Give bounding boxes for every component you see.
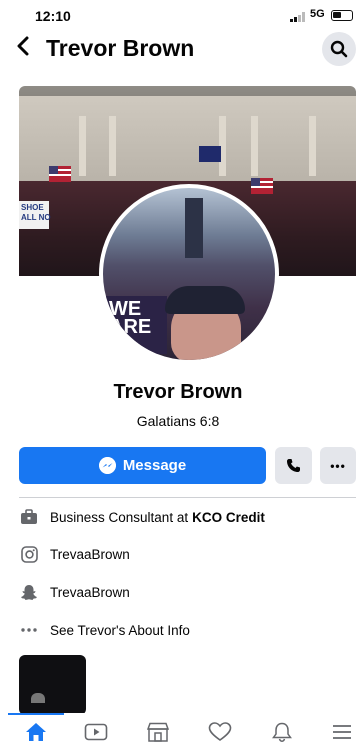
work-text: Business Consultant at	[50, 509, 189, 525]
tab-marketplace[interactable]	[144, 721, 172, 743]
tab-menu[interactable]	[328, 721, 356, 743]
cover-column	[109, 116, 116, 176]
featured-photo-thumbnail[interactable]	[19, 655, 86, 715]
tab-home[interactable]	[22, 721, 50, 743]
search-icon	[330, 40, 348, 58]
briefcase-icon	[19, 507, 39, 527]
tab-dating[interactable]	[206, 721, 234, 743]
home-icon	[26, 723, 46, 741]
network-label: 5G	[310, 8, 325, 20]
page-title: Trevor Brown	[46, 35, 195, 61]
snapchat-handle: TrevaaBrown	[50, 584, 130, 600]
profile-name: Trevor Brown	[113, 381, 243, 403]
info-row-snapchat[interactable]: TrevaaBrown	[19, 581, 356, 603]
bottom-tab-bar	[0, 713, 356, 744]
info-row-instagram[interactable]: TrevaaBrown	[19, 543, 356, 565]
top-nav: Trevor Brown	[0, 30, 356, 70]
phone-icon	[287, 459, 300, 472]
avatar-tower	[185, 198, 203, 258]
flag-shape	[251, 178, 273, 194]
info-row-about[interactable]: See Trevor's About Info	[19, 619, 356, 641]
back-button[interactable]	[16, 36, 36, 60]
notifications-bell-icon	[272, 722, 292, 742]
search-button[interactable]	[322, 32, 356, 66]
tab-video[interactable]	[82, 721, 110, 743]
messenger-icon	[98, 457, 116, 474]
more-dots-icon	[19, 620, 39, 640]
signal-icon	[290, 12, 305, 22]
dating-heart-icon	[208, 722, 232, 741]
profile-avatar[interactable]: WE ARE	[99, 184, 279, 364]
marketplace-icon	[146, 722, 170, 742]
status-time: 12:10	[35, 8, 71, 24]
cover-column	[79, 116, 86, 176]
flag-shape	[199, 146, 221, 162]
call-button[interactable]	[275, 447, 312, 484]
about-link: See Trevor's About Info	[50, 622, 190, 638]
flag-shape	[49, 166, 71, 182]
instagram-handle: TrevaaBrown	[50, 546, 130, 562]
avatar-hat	[165, 286, 245, 314]
info-row-work[interactable]: Business Consultant at KCO Credit	[19, 506, 356, 528]
more-button[interactable]: •••	[320, 447, 356, 484]
video-icon	[84, 723, 108, 741]
avatar-sign: WE ARE	[103, 296, 167, 354]
status-bar: 12:10 5G	[0, 0, 356, 30]
instagram-icon	[19, 544, 39, 564]
snapchat-icon	[19, 582, 39, 602]
profile-bio: Galatians 6:8	[136, 413, 220, 429]
menu-icon	[333, 725, 351, 739]
chevron-left-icon	[17, 36, 29, 56]
tab-notifications[interactable]	[268, 721, 296, 743]
divider	[19, 497, 356, 498]
cover-column	[251, 116, 258, 176]
cover-column	[309, 116, 316, 176]
cover-sign: SHOE ALL NO	[19, 201, 51, 229]
active-tab-indicator	[8, 713, 64, 715]
battery-icon	[331, 10, 353, 21]
message-button[interactable]: Message	[19, 447, 266, 484]
message-label: Message	[122, 457, 187, 474]
work-employer: KCO Credit	[192, 509, 265, 525]
